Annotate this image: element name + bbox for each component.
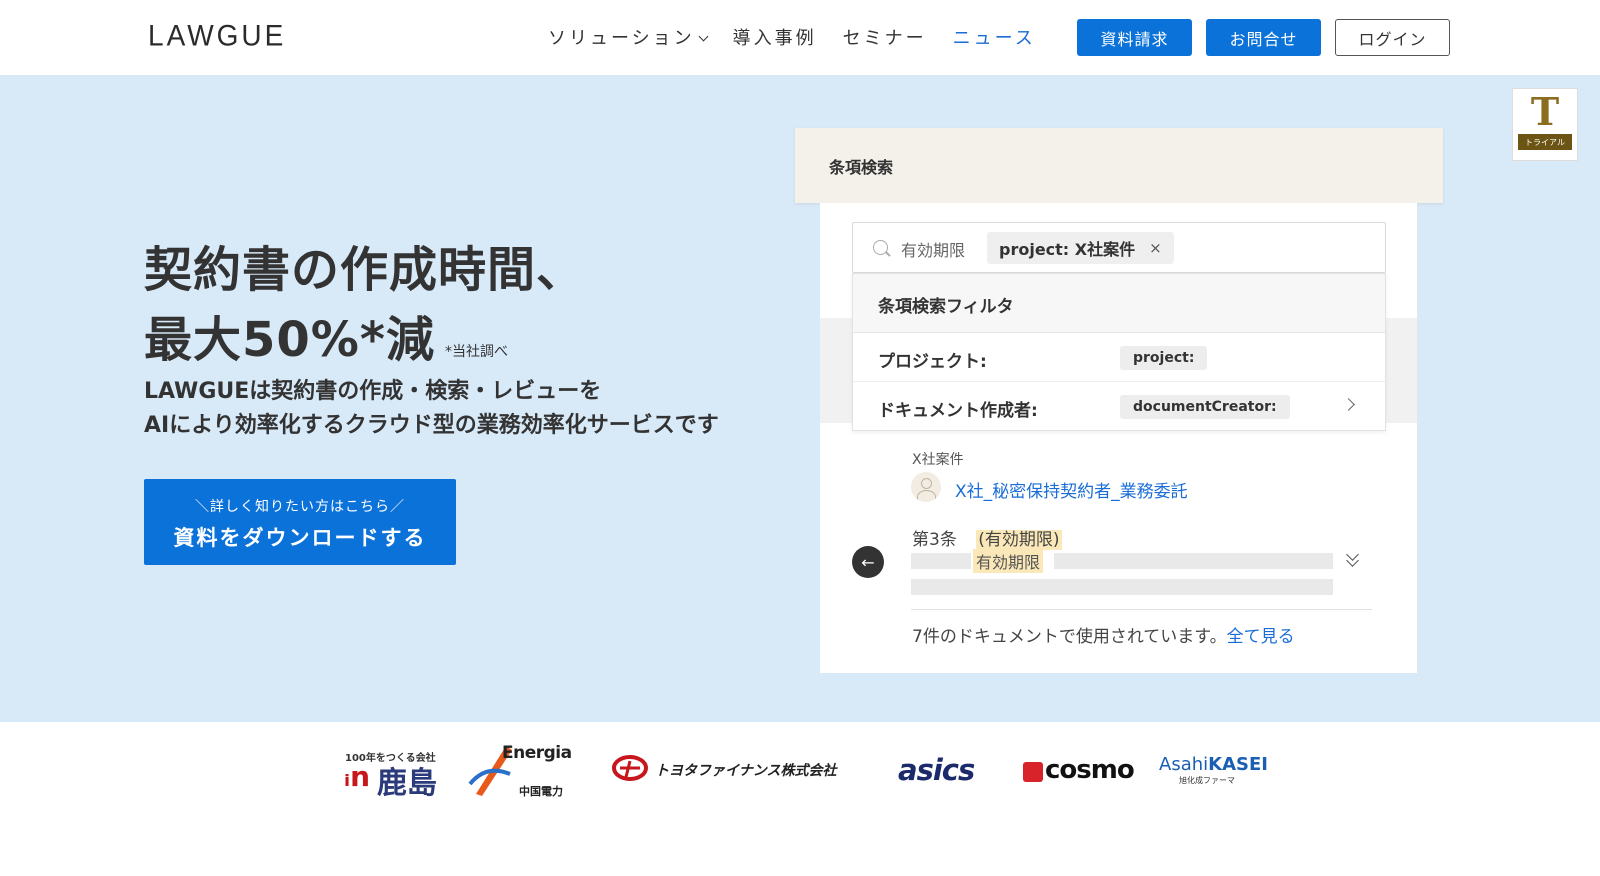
contact-button[interactable]: お問合せ [1206,19,1321,56]
clause-highlight: 有効期限 [973,549,1044,573]
usage-summary: 7件のドキュメントで使用されています。全て見る [912,622,1295,647]
project-filter-chip: project: X社案件 × [987,232,1174,264]
mockup-header: 条項検索 [795,128,1443,203]
hero-title: 契約書の作成時間、 最大50%*減 *当社調べ [144,235,585,387]
filter-row-tag: project: [1120,346,1208,370]
article-title: (有効期限) [976,530,1062,550]
hero-title-line1: 契約書の作成時間、 [144,242,586,298]
trial-logo-icon: T [1530,89,1560,134]
trial-badge[interactable]: T トライアル [1512,88,1578,161]
divider [911,609,1372,610]
search-query: 有効期限 [901,241,966,260]
asahi-kasei-logo: AsahiKASEI [1159,754,1268,775]
article-number: 第3条 [912,530,957,550]
filter-row-label: プロジェクト: [878,352,987,372]
chevron-right-icon [1342,398,1355,411]
request-docs-button[interactable]: 資料請求 [1077,19,1192,56]
cta-main-label: 資料をダウンロードする [173,526,427,550]
download-cta-button[interactable]: ＼詳しく知りたい方はこちら／ 資料をダウンロードする [144,479,456,565]
cosmo-logo-icon [1023,762,1043,782]
chevron-down-icon [698,31,709,42]
article-heading: 第3条 (有効期限) [912,525,1062,550]
search-icon [873,240,888,255]
nav-news[interactable]: ニュース [953,24,1036,50]
text-placeholder-bar [911,579,1333,595]
chip-label: project: X社案件 [999,240,1136,259]
hero-title-line2: 最大50%*減 [144,312,435,368]
result-document-link[interactable]: X社_秘密保持契約者_業務委託 [955,477,1188,502]
toyota-finance-logo: トヨタファイナンス株式会社 [655,763,837,779]
clause-search-input[interactable]: 有効期限 project: X社案件 × [852,222,1386,273]
nav-solutions[interactable]: ソリューション [548,24,709,50]
page: LAWGUE ソリューション 導入事例 セミナー ニュース 資料請求 お問合せ … [0,0,1600,876]
site-logo[interactable]: LAWGUE [148,19,286,53]
mockup-header-label: 条項検索 [829,158,894,177]
asahi-kasei-subtitle: 旭化成ファーマ [1179,776,1235,785]
nav-seminars[interactable]: セミナー [843,24,927,50]
nav-solutions-label: ソリューション [548,28,695,49]
site-header: LAWGUE ソリューション 導入事例 セミナー ニュース 資料請求 お問合せ … [0,0,1600,75]
filter-row-project[interactable]: プロジェクト: project: [853,333,1385,382]
double-chevron-down-icon[interactable] [1346,548,1360,568]
cosmo-logo: cosmo [1045,755,1135,785]
energia-subtitle: 中国電力 [519,785,563,798]
filter-row-document-creator[interactable]: ドキュメント作成者: documentCreator: [853,382,1385,431]
hero-subtitle: LAWGUEは契約書の作成・検索・レビューを AIにより効率化するクラウド型の業… [144,375,719,443]
asics-logo: asics [898,753,975,787]
login-button[interactable]: ログイン [1335,19,1450,56]
back-arrow-icon[interactable]: ← [852,546,884,578]
hero-subtitle-line1: LAWGUEは契約書の作成・検索・レビューを [144,379,602,404]
usage-text: 7件のドキュメントで使用されています。 [912,627,1227,647]
result-project-name: X社案件 [912,452,964,468]
nav-case-studies[interactable]: 導入事例 [733,24,817,50]
toyota-finance-logo-icon [612,755,648,781]
filter-row-label: ドキュメント作成者: [878,401,1038,421]
trial-badge-label: トライアル [1518,134,1572,150]
text-placeholder-bar [1054,553,1333,569]
view-all-link[interactable]: 全て見る [1227,627,1295,647]
kajima-logo-icon: ᵢn [344,760,371,793]
asahi-light: Asahi [1159,754,1209,775]
hero-subtitle-line2: AIにより効率化するクラウド型の業務効率化サービスです [144,413,719,438]
filter-title: 条項検索フィルタ [853,274,1385,333]
cta-small-label: ＼詳しく知りたい方はこちら／ [195,499,405,515]
user-avatar-icon [911,472,941,502]
filter-row-tag: documentCreator: [1120,395,1290,419]
asahi-bold: KASEI [1208,754,1268,775]
hero-title-note: *当社調べ [445,344,508,360]
close-icon[interactable]: × [1149,239,1162,257]
energia-logo: Energia [502,743,572,763]
text-placeholder-bar [911,553,971,569]
main-nav: ソリューション 導入事例 セミナー ニュース [548,24,1036,50]
search-filter-dropdown: 条項検索フィルタ プロジェクト: project: ドキュメント作成者: doc… [852,273,1386,431]
kajima-logo: 鹿島 [377,766,437,801]
